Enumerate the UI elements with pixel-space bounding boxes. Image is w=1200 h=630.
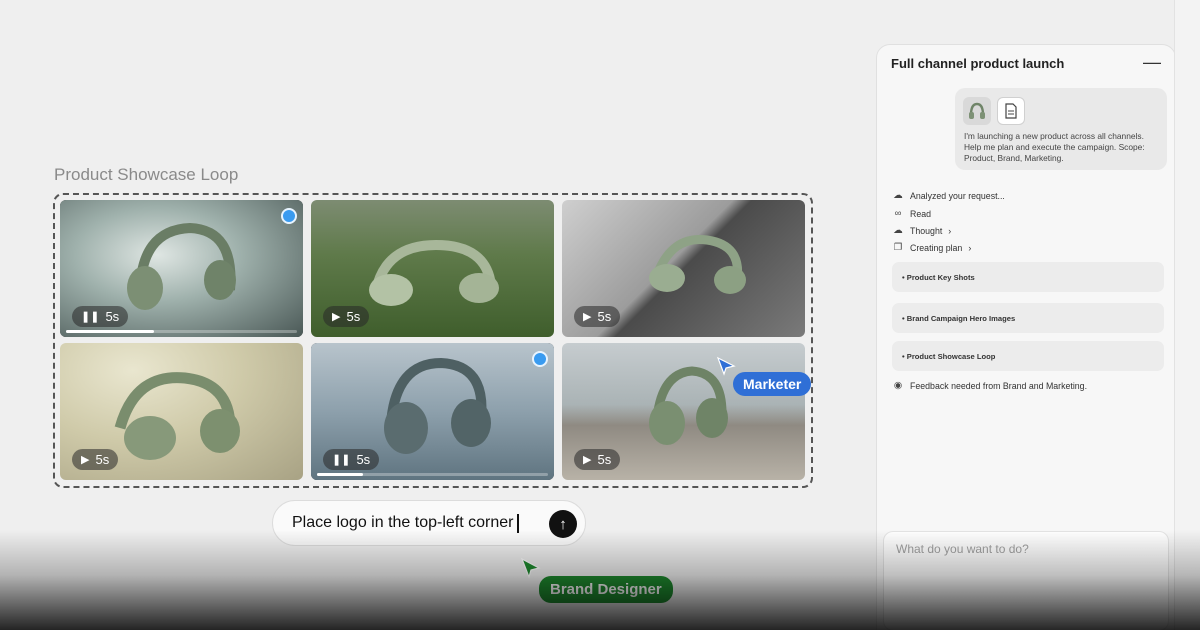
step-label: Thought [910,225,943,236]
send-button[interactable]: ↑ [549,510,577,538]
brain-icon: ☁ [893,190,903,201]
arrow-up-icon: ↑ [559,515,567,533]
selection-dot [532,351,548,367]
plan-item[interactable]: • Product Key Shots [892,262,1164,292]
user-message-text: I'm launching a new product across all c… [964,131,1145,163]
marketer-cursor-icon [716,356,736,376]
duration-label: 5s [356,452,371,467]
plan-item[interactable]: • Product Showcase Loop [892,341,1164,371]
prompt-input[interactable]: Place logo in the top-left corner ↑ [272,500,586,546]
video-tile[interactable]: ❚❚ 5s [311,343,554,480]
duration-label: 5s [346,309,361,324]
video-tile[interactable]: ▶ 5s [311,200,554,337]
chat-panel: Full channel product launch — I'm launch… [876,44,1176,630]
playback-badge[interactable]: ▶ 5s [574,306,621,327]
step-read[interactable]: ∞ Read [892,208,931,219]
prompt-text[interactable]: Place logo in the top-left corner [292,514,513,532]
chevron-right-icon: › [968,242,972,253]
brand-designer-cursor-icon [520,557,541,579]
step-label: Analyzed your request... [910,190,1005,201]
marketer-cursor-label: Marketer [733,372,812,396]
duration-label: 5s [597,452,612,467]
duration-label: 5s [105,309,120,324]
step-creating-plan[interactable]: ❐ Creating plan › [892,242,972,253]
playback-badge[interactable]: ❚❚ 5s [72,306,129,327]
duration-label: 5s [597,309,612,324]
eye-icon: ◉ [893,380,903,391]
media-grid: ❚❚ 5s ▶ 5s ▶ 5s ▶ 5s ❚❚ 5s ▶ 5s [60,200,805,480]
brain-icon: ☁ [893,225,903,236]
copy-icon: ❐ [893,242,903,253]
progress-fill [317,473,364,476]
canvas-area: Product Showcase Loop ❚❚ 5s ▶ 5s ▶ 5s ▶ … [0,0,870,630]
user-message: I'm launching a new product across all c… [955,88,1167,170]
progress-bar[interactable] [317,473,548,476]
video-tile[interactable]: ▶ 5s [562,343,805,480]
progress-fill [66,330,154,333]
step-label: Creating plan [910,242,963,253]
playback-badge[interactable]: ▶ 5s [574,449,621,470]
infinity-icon: ∞ [894,208,902,219]
panel-title: Full channel product launch [891,56,1065,71]
attachment-document[interactable] [997,97,1025,125]
play-icon: ▶ [583,454,592,466]
brand-designer-cursor-label: Brand Designer [539,576,673,603]
video-tile[interactable]: ▶ 5s [562,200,805,337]
step-label: Read [910,208,932,219]
attachment-thumbnail[interactable] [963,97,991,125]
feedback-note: ◉ Feedback needed from Brand and Marketi… [892,380,1087,391]
selection-dot [281,208,297,224]
minimize-button[interactable]: — [1143,52,1161,73]
duration-label: 5s [95,452,110,467]
document-icon [1005,103,1017,119]
playback-badge[interactable]: ❚❚ 5s [323,449,380,470]
chevron-right-icon: › [948,225,952,236]
play-icon: ▶ [81,454,90,466]
window-edge [1174,0,1200,630]
playback-badge[interactable]: ▶ 5s [72,449,119,470]
video-tile[interactable]: ▶ 5s [60,343,303,480]
pause-icon: ❚❚ [81,311,100,323]
composer-input[interactable] [884,532,1168,566]
headphones-icon [969,102,985,119]
play-icon: ▶ [332,311,341,323]
text-caret [517,513,519,533]
feedback-text: Feedback needed from Brand and Marketing… [910,380,1088,391]
step-analyzed: ☁ Analyzed your request... [892,190,1005,201]
video-tile[interactable]: ❚❚ 5s [60,200,303,337]
pause-icon: ❚❚ [332,454,351,466]
playback-badge[interactable]: ▶ 5s [323,306,370,327]
step-thought[interactable]: ☁ Thought › [892,225,951,236]
section-title: Product Showcase Loop [54,165,239,184]
plan-item[interactable]: • Brand Campaign Hero Images [892,303,1164,333]
composer[interactable] [883,531,1169,630]
play-icon: ▶ [583,311,592,323]
progress-bar[interactable] [66,330,297,333]
